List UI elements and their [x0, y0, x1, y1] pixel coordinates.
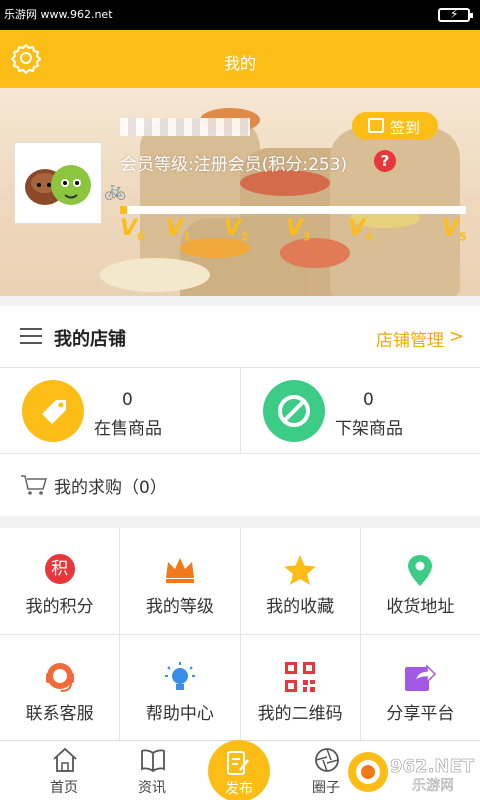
- grid-label: 收货地址: [386, 597, 455, 617]
- grid-label: 分享平台: [386, 703, 455, 724]
- username-masked: [120, 118, 250, 136]
- cyclist-icon: 🚲: [104, 180, 127, 201]
- grid-label: 我的等级: [145, 597, 214, 617]
- publish-label: 发布: [225, 781, 253, 797]
- lightbulb-icon: [164, 661, 195, 690]
- price-tag-icon: [22, 380, 84, 442]
- grid-item-level[interactable]: 我的等级: [120, 528, 240, 634]
- points-icon: 积: [44, 554, 75, 584]
- my-purchase-label: 我的求购（0）: [54, 478, 167, 498]
- signin-button[interactable]: 签到: [352, 112, 438, 140]
- level-mark-v4: V4: [348, 216, 373, 244]
- location-pin-icon: [408, 555, 433, 586]
- watermark-text: 乐游网 www.962.net: [4, 8, 113, 21]
- on-sale-stat[interactable]: 0 在售商品: [0, 368, 240, 454]
- grid-item-help[interactable]: 帮助中心: [120, 634, 240, 740]
- tab-label: 首页: [50, 780, 78, 796]
- svg-text:962.NET: 962.NET: [390, 756, 475, 777]
- shop-section: 我的店铺 店铺管理 > 0 在售商品 0 下架商品 我的求购（0）: [0, 306, 480, 516]
- grid-label: 我的积分: [25, 597, 94, 617]
- feature-grid: 积 我的积分 我的等级 我的收藏 收货地址 联系客服 帮助中心 我的二维码 分享…: [0, 528, 480, 740]
- signin-label: 签到: [390, 119, 421, 137]
- level-mark-v1: V1: [166, 216, 191, 244]
- grid-item-address[interactable]: 收货地址: [360, 528, 480, 634]
- chevron-right-icon[interactable]: >: [449, 326, 464, 347]
- level-mark-v3: V3: [286, 216, 311, 244]
- level-mark-v5: V5: [442, 216, 467, 244]
- on-sale-count: 0: [122, 390, 133, 410]
- star-icon: [284, 555, 317, 585]
- on-sale-label: 在售商品: [94, 419, 162, 439]
- header: 我的: [0, 30, 480, 88]
- member-level-text: 会员等级:注册会员(积分:253): [120, 155, 348, 175]
- level-mark-v0: V0: [120, 216, 145, 244]
- list-menu-icon: [20, 328, 42, 344]
- qr-code-icon: [285, 661, 316, 692]
- off-shelf-stat[interactable]: 0 下架商品: [240, 368, 480, 454]
- shop-header: 我的店铺 店铺管理 >: [0, 306, 480, 368]
- grid-label: 联系客服: [25, 703, 94, 724]
- book-icon: [141, 749, 165, 773]
- shop-stats: 0 在售商品 0 下架商品: [0, 368, 480, 454]
- off-shelf-label: 下架商品: [335, 419, 403, 439]
- tab-news[interactable]: 资讯: [112, 741, 192, 800]
- help-icon[interactable]: ?: [374, 150, 396, 172]
- crown-icon: [165, 558, 194, 583]
- status-bar: 乐游网 www.962.net ⚡: [0, 0, 480, 30]
- avatar[interactable]: [14, 142, 102, 224]
- my-purchase-row[interactable]: 我的求购（0）: [0, 454, 480, 516]
- grid-item-qrcode[interactable]: 我的二维码: [240, 634, 360, 740]
- level-progress-fill: [120, 206, 127, 214]
- publish-button[interactable]: 发布: [208, 740, 270, 800]
- share-icon: [405, 663, 437, 691]
- level-mark-v2: V2: [224, 216, 249, 244]
- tab-label: 资讯: [138, 780, 166, 796]
- grid-label: 我的二维码: [257, 703, 343, 724]
- grid-item-favorites[interactable]: 我的收藏: [240, 528, 360, 634]
- no-entry-icon: [263, 380, 325, 442]
- chestnut-mascot-icon: [25, 165, 91, 205]
- edit-note-icon: [227, 751, 249, 775]
- cart-icon: [21, 475, 48, 495]
- grid-item-points[interactable]: 积 我的积分: [0, 528, 120, 634]
- grid-label: 我的收藏: [266, 597, 335, 617]
- grid-item-share[interactable]: 分享平台: [360, 634, 480, 740]
- site-watermark-logo: 962.NET 乐游网: [346, 748, 476, 796]
- grid-label: 帮助中心: [145, 703, 214, 724]
- svg-text:乐游网: 乐游网: [412, 778, 454, 794]
- level-progress-bar: [120, 206, 466, 214]
- home-icon: [53, 747, 77, 772]
- shop-manage-link[interactable]: 店铺管理: [376, 326, 444, 351]
- off-shelf-count: 0: [363, 390, 374, 410]
- battery-icon: ⚡: [438, 7, 473, 22]
- calendar-check-icon: [368, 118, 384, 133]
- headset-icon: [45, 662, 74, 692]
- page-title: 我的: [223, 54, 256, 73]
- grid-item-support[interactable]: 联系客服: [0, 634, 120, 740]
- tab-home[interactable]: 首页: [24, 741, 104, 800]
- aperture-icon: [315, 748, 339, 772]
- shop-title: 我的店铺: [54, 329, 126, 350]
